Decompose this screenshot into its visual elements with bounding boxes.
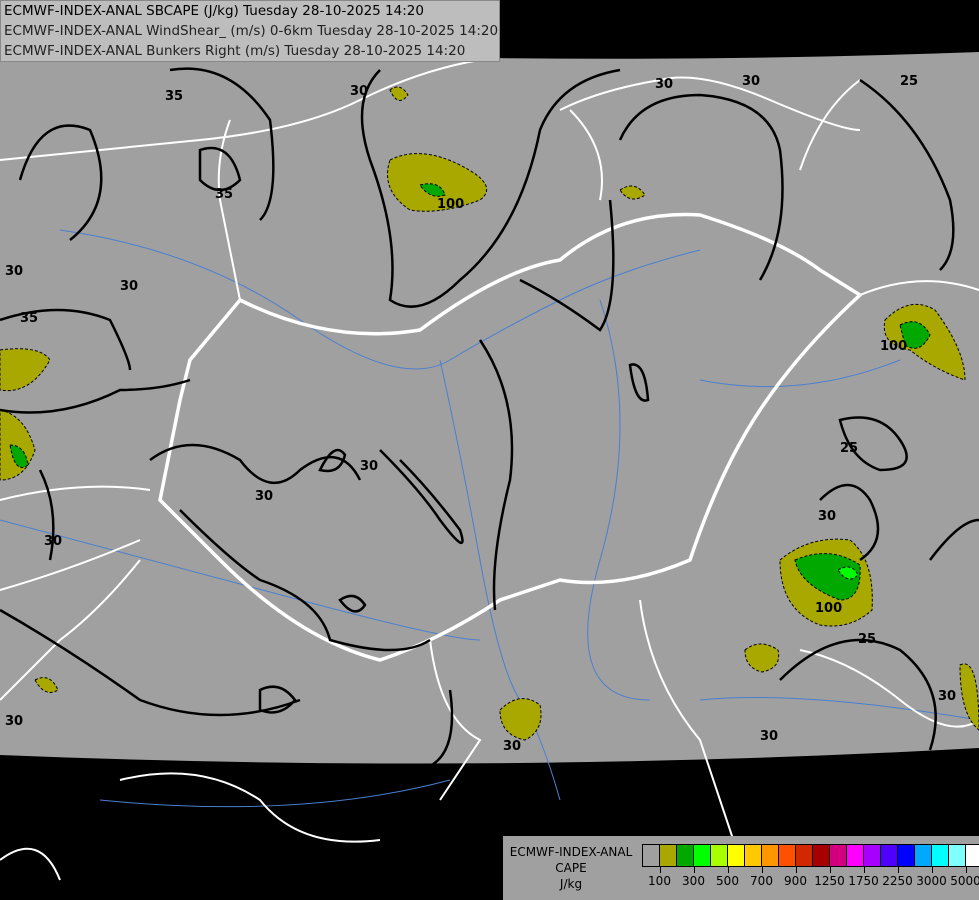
legend-label: 700 [750,874,773,888]
legend-swatch [762,845,779,866]
legend-swatch [864,845,881,866]
svg-text:30: 30 [360,459,378,474]
legend-label: 300 [682,874,705,888]
legend-tick [965,867,967,873]
legend-tick [761,867,763,873]
legend-tick [829,867,831,873]
legend-swatch [915,845,932,866]
legend-tick [795,867,797,873]
legend-tick [863,867,865,873]
legend-swatch [779,845,796,866]
legend-label: 1750 [848,874,879,888]
legend-tick [693,867,695,873]
legend-tick [727,867,729,873]
legend-title-line: J/kg [559,877,583,891]
svg-text:35: 35 [215,187,233,202]
svg-text:30: 30 [503,739,521,754]
legend-title-line: CAPE [555,861,587,875]
header-line-sbcape: ECMWF-INDEX-ANAL SBCAPE (J/kg) Tuesday 2… [4,3,424,19]
legend-color-bar [642,844,979,867]
legend-swatch [660,845,677,866]
legend-swatch [881,845,898,866]
map-header: ECMWF-INDEX-ANAL SBCAPE (J/kg) Tuesday 2… [0,0,500,62]
svg-text:30: 30 [350,84,368,99]
legend-swatch [711,845,728,866]
svg-text:30: 30 [760,729,778,744]
legend-swatch [643,845,660,866]
legend-title: ECMWF-INDEX-ANAL CAPE J/kg [507,844,635,892]
svg-text:35: 35 [165,89,183,104]
svg-text:30: 30 [5,264,23,279]
legend-swatch [796,845,813,866]
legend-label: 500 [716,874,739,888]
svg-text:30: 30 [255,489,273,504]
svg-text:25: 25 [840,441,858,456]
legend-swatch [694,845,711,866]
legend-label: 5000 [950,874,979,888]
svg-text:100: 100 [437,197,464,212]
legend-swatch [847,845,864,866]
header-line-windshear: ECMWF-INDEX-ANAL WindShear_ (m/s) 0-6km … [4,23,499,39]
svg-text:30: 30 [742,74,760,89]
legend-swatch [813,845,830,866]
legend-swatch [830,845,847,866]
legend-swatch [677,845,694,866]
svg-text:30: 30 [44,534,62,549]
svg-text:30: 30 [818,509,836,524]
legend-swatch [932,845,949,866]
legend-tick [897,867,899,873]
legend-swatch [966,845,979,866]
legend-label: 2250 [882,874,913,888]
legend-label: 1250 [814,874,845,888]
legend-label: 900 [784,874,807,888]
cape-legend: ECMWF-INDEX-ANAL CAPE J/kg 100 300 500 700 9… [503,836,979,900]
legend-title-line: ECMWF-INDEX-ANAL [509,845,633,859]
svg-text:100: 100 [880,339,907,354]
legend-swatch [898,845,915,866]
svg-text:30: 30 [5,714,23,729]
svg-text:100: 100 [815,601,842,616]
svg-text:35: 35 [20,311,38,326]
svg-text:25: 25 [858,632,876,647]
header-line-bunkers: ECMWF-INDEX-ANAL Bunkers Right (m/s) Tue… [4,43,466,59]
svg-text:30: 30 [120,279,138,294]
svg-text:30: 30 [655,77,673,92]
legend-swatch [949,845,966,866]
legend-tick [931,867,933,873]
weather-map: 35 30 30 30 35 30 35 25 30 30 30 25 30 2… [0,40,979,881]
legend-label: 3000 [916,874,947,888]
svg-text:30: 30 [938,689,956,704]
svg-text:25: 25 [900,74,918,89]
model-domain [0,40,979,764]
legend-swatch [745,845,762,866]
legend-tick [659,867,661,873]
legend-label: 100 [648,874,671,888]
legend-swatch [728,845,745,866]
